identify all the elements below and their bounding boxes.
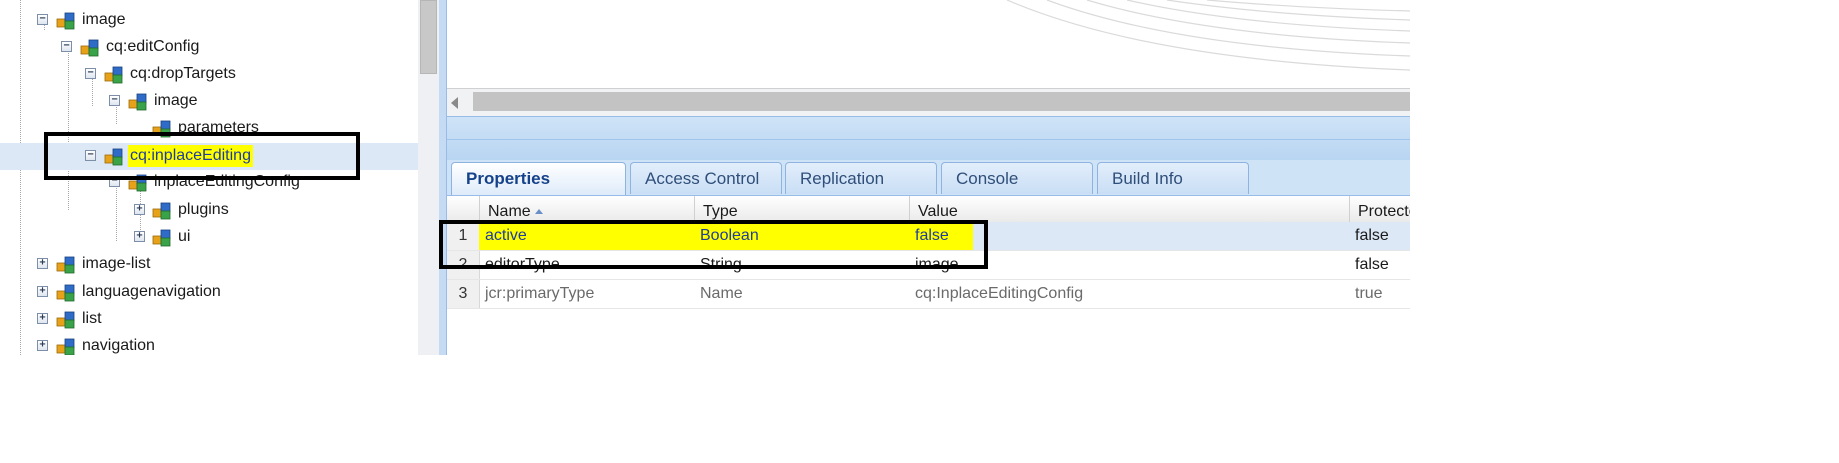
grid-header: Name Type Value Protecte xyxy=(447,196,1410,223)
sort-ascending-icon xyxy=(534,209,543,214)
toolbar-ribbon xyxy=(447,116,1410,165)
tree-node-label: languagenavigation xyxy=(82,283,221,300)
properties-grid: Name Type Value Protecte 1 active Boolea… xyxy=(447,195,1410,355)
tree-scrollbar[interactable] xyxy=(418,0,439,355)
collapse-toggle-icon[interactable]: − xyxy=(37,14,48,25)
tree-callout-box xyxy=(44,132,360,180)
tree-node-label: plugins xyxy=(178,201,229,218)
tab-console[interactable]: Console xyxy=(941,162,1093,194)
tree-node-label: image-list xyxy=(82,255,151,272)
row-number: 3 xyxy=(447,280,480,308)
expand-toggle-icon[interactable]: + xyxy=(134,231,145,242)
tree-node-label: cq:editConfig xyxy=(106,38,200,55)
node-cubes-icon xyxy=(80,39,99,57)
tab-strip: Properties Access Control Replication Co… xyxy=(447,160,1410,195)
table-row[interactable]: 3 jcr:primaryType Name cq:InplaceEditing… xyxy=(447,280,1410,309)
node-cubes-icon xyxy=(56,311,75,329)
divider xyxy=(447,139,1410,140)
node-cubes-icon xyxy=(152,229,171,247)
tree-node-label: navigation xyxy=(82,337,155,354)
tree-node-ui[interactable]: + ui xyxy=(0,224,418,251)
tree-node-cq-droptargets[interactable]: − cq:dropTargets xyxy=(0,61,418,88)
node-cubes-icon xyxy=(104,66,123,84)
tree-node-label: ui xyxy=(178,228,191,245)
collapse-toggle-icon[interactable]: − xyxy=(61,41,72,52)
column-header-name[interactable]: Name xyxy=(479,196,694,222)
node-cubes-icon xyxy=(128,93,147,111)
cell-value[interactable]: cq:InplaceEditingConfig xyxy=(909,280,1349,308)
tree-node-plugins[interactable]: + plugins xyxy=(0,197,418,224)
tree-node-image-2[interactable]: − image xyxy=(0,88,418,115)
cell-protected: false xyxy=(1355,256,1389,273)
expand-toggle-icon[interactable]: + xyxy=(37,258,48,269)
cell-protected: true xyxy=(1355,285,1383,302)
expand-toggle-icon[interactable]: + xyxy=(37,340,48,351)
tree-node-label: image xyxy=(154,92,198,109)
column-header-value[interactable]: Value xyxy=(909,196,1349,222)
cell-protected: false xyxy=(1355,227,1389,244)
node-cubes-icon xyxy=(152,202,171,220)
tree-node-label: cq:dropTargets xyxy=(130,65,236,82)
grid-callout-box xyxy=(439,220,988,269)
expand-toggle-icon[interactable]: + xyxy=(37,313,48,324)
node-cubes-icon xyxy=(56,338,75,355)
panel-splitter[interactable] xyxy=(439,0,447,355)
collapse-toggle-icon[interactable]: − xyxy=(85,68,96,79)
expand-toggle-icon[interactable]: + xyxy=(37,286,48,297)
scrollbar-thumb[interactable] xyxy=(420,0,437,74)
column-header-type[interactable]: Type xyxy=(694,196,909,222)
horizontal-scrollbar[interactable] xyxy=(447,88,1410,116)
tab-access-control[interactable]: Access Control xyxy=(630,162,782,194)
tab-build-info[interactable]: Build Info xyxy=(1097,162,1249,194)
tree-node-cq-editconfig[interactable]: − cq:editConfig xyxy=(0,34,418,61)
node-cubes-icon xyxy=(56,256,75,274)
editor-preview-area xyxy=(447,0,1410,88)
tab-properties[interactable]: Properties xyxy=(451,162,626,195)
cell-type[interactable]: Name xyxy=(694,280,909,308)
tab-replication[interactable]: Replication xyxy=(785,162,937,194)
content-panel: Properties Access Control Replication Co… xyxy=(439,0,1410,355)
decorative-arcs xyxy=(1006,0,1410,71)
tree-node-image-list[interactable]: + image-list xyxy=(0,251,418,278)
tree-node-list[interactable]: + list xyxy=(0,306,418,333)
crxde-window: − image − cq:editConfig − cq:dropTargets… xyxy=(0,0,1410,355)
collapse-toggle-icon[interactable]: − xyxy=(109,95,120,106)
node-cubes-icon xyxy=(56,284,75,302)
tree-node-label: list xyxy=(82,310,102,327)
tree-node-languagenavigation[interactable]: + languagenavigation xyxy=(0,279,418,306)
scroll-left-arrow-icon[interactable] xyxy=(451,97,458,109)
column-header-protected[interactable]: Protecte xyxy=(1349,196,1410,222)
tree-node-image[interactable]: − image xyxy=(0,7,418,34)
tree-node-label: image xyxy=(82,11,126,28)
node-cubes-icon xyxy=(56,12,75,30)
expand-toggle-icon[interactable]: + xyxy=(134,204,145,215)
repository-tree: − image − cq:editConfig − cq:dropTargets… xyxy=(0,0,418,355)
scrollbar-thumb[interactable] xyxy=(473,92,1410,111)
tree-node-navigation[interactable]: + navigation xyxy=(0,333,418,355)
cell-name[interactable]: jcr:primaryType xyxy=(479,280,694,308)
